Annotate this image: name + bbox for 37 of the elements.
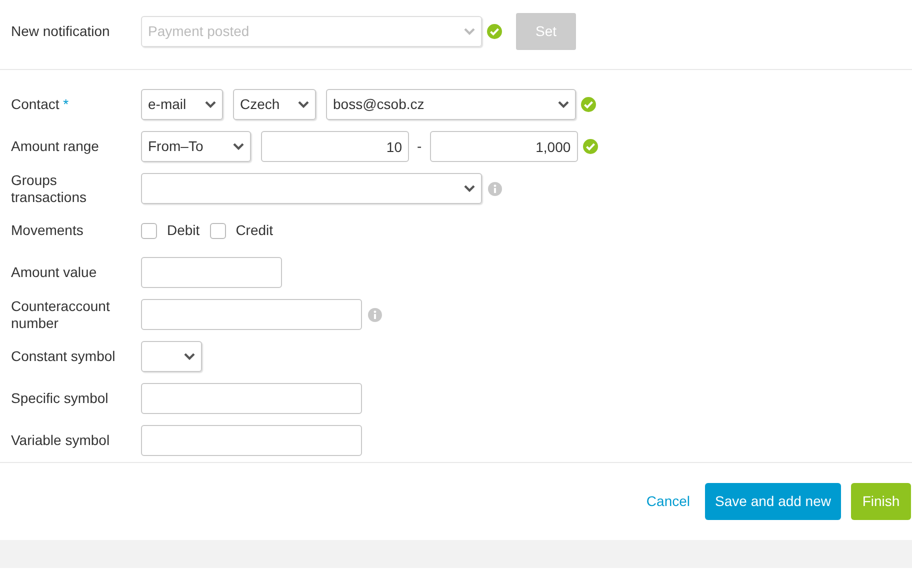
field-label: Amount range	[11, 138, 100, 155]
checkbox-label: Credit	[236, 221, 274, 240]
field-label: New notification	[11, 23, 111, 40]
input-field[interactable]	[141, 425, 362, 456]
range-separator: -	[417, 137, 422, 156]
field-label: Movements	[11, 222, 84, 239]
input-field[interactable]: 1,000	[430, 131, 578, 162]
info-icon[interactable]	[368, 308, 382, 322]
chevron-icon	[464, 185, 475, 192]
field-label: Groups transactions	[11, 172, 88, 206]
checkbox[interactable]	[141, 222, 157, 238]
chevron-icon	[233, 143, 244, 150]
field-label: Constant symbol	[11, 348, 116, 365]
dropdown[interactable]	[141, 173, 482, 204]
dropdown[interactable]: boss@csob.cz	[326, 89, 576, 120]
field-label: Specific symbol	[11, 390, 110, 407]
dropdown[interactable]: e-mail	[141, 89, 223, 120]
chevron-icon	[558, 101, 569, 108]
dropdown[interactable]: Czech	[233, 89, 316, 120]
chevron-icon	[298, 101, 309, 108]
dropdown[interactable]	[141, 341, 202, 372]
input-field[interactable]	[141, 383, 362, 414]
input-field[interactable]	[141, 257, 282, 288]
dropdown[interactable]: From–To	[141, 131, 251, 162]
required-mark: *	[63, 96, 69, 112]
chevron-icon	[205, 101, 216, 108]
field-label: Amount value	[11, 264, 98, 281]
checkbox-label: Debit	[167, 221, 200, 240]
chevron-icon	[184, 353, 195, 360]
field-label: Counteraccount number	[11, 298, 111, 332]
field-label: Variable symbol	[11, 432, 111, 449]
info-icon[interactable]	[488, 182, 502, 196]
input-field[interactable]	[141, 299, 362, 330]
field-label: Contact	[11, 96, 60, 112]
checkbox[interactable]	[210, 222, 226, 238]
chevron-icon	[464, 28, 475, 35]
input-field[interactable]: 10	[261, 131, 409, 162]
